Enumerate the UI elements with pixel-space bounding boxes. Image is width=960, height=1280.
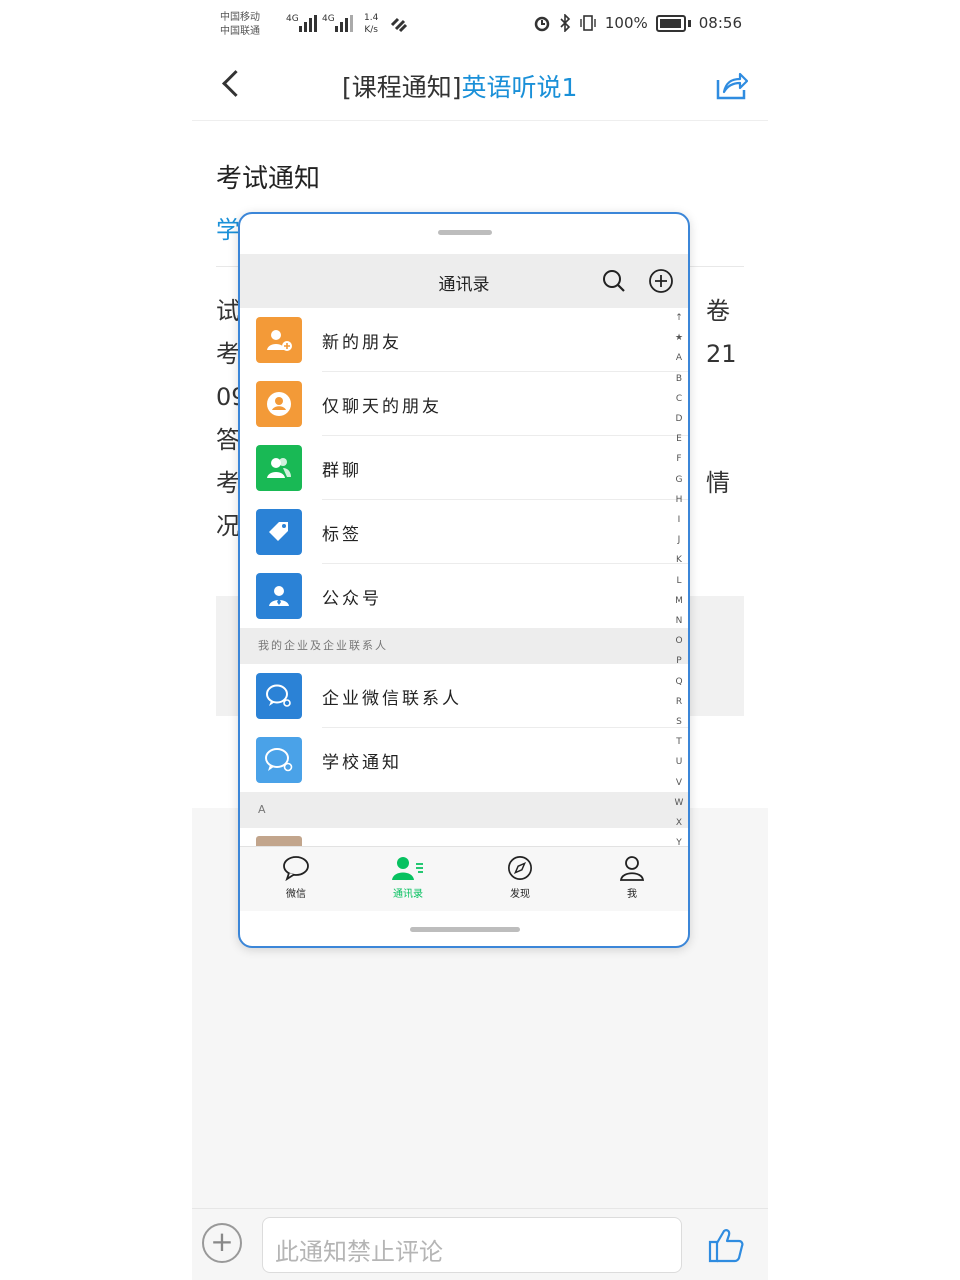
new-friend-icon [256, 317, 302, 363]
carrier-1: 中国移动 [220, 12, 260, 23]
index-letter[interactable]: X [672, 813, 686, 833]
bluetooth-icon [560, 14, 571, 32]
home-indicator[interactable] [410, 927, 520, 932]
index-letter[interactable]: A [672, 348, 686, 368]
battery-percent: 100% [604, 14, 648, 32]
tag-icon [256, 509, 302, 555]
search-icon[interactable] [602, 269, 626, 293]
list-item-chat-only-friends[interactable]: 仅聊天的朋友 [240, 372, 688, 436]
wecom-icon [256, 673, 302, 719]
index-letter[interactable]: P [672, 651, 686, 671]
thumbs-up-icon[interactable] [706, 1225, 746, 1265]
index-letter[interactable]: W [672, 793, 686, 813]
tab-label: 我 [627, 889, 637, 900]
contacts-header: 通讯录 [240, 254, 688, 308]
carrier-info: 中国移动 中国联通 [220, 11, 260, 39]
list-item-label: 企业微信联系人 [322, 689, 462, 709]
index-letter[interactable]: Q [672, 672, 686, 692]
tab-discover[interactable]: 发现 [464, 847, 576, 911]
bottom-tab-bar: 微信 通讯录 发现 我 [240, 846, 688, 911]
network-type-1: 4G [286, 14, 299, 24]
comment-bar: + 此通知禁止评论 [192, 1208, 768, 1280]
index-letter[interactable]: K [672, 550, 686, 570]
signal-icon [299, 15, 317, 32]
comment-input[interactable]: 此通知禁止评论 [262, 1217, 682, 1273]
list-item-official-accounts[interactable]: 公众号 [240, 564, 688, 628]
tab-contacts[interactable]: 通讯录 [352, 847, 464, 911]
alphabet-index[interactable]: ↑ ★ A B C D E F G H I J K L M N O P Q R S T U V W X Y [672, 308, 686, 853]
person-icon [619, 856, 645, 881]
index-letter[interactable]: ★ [672, 328, 686, 348]
index-letter[interactable]: J [672, 530, 686, 550]
list-item-tags[interactable]: 标签 [240, 500, 688, 564]
section-header-a: A [240, 792, 688, 828]
list-item-label: 标签 [322, 525, 362, 545]
index-letter[interactable]: I [672, 510, 686, 530]
list-item-label: 群聊 [322, 461, 362, 481]
list-item-wecom-contacts[interactable]: 企业微信联系人 [240, 664, 688, 728]
status-bar: 中国移动 中国联通 4G 4G 1.4 K/s 100% 08:56 [192, 0, 768, 52]
group-chat-icon [256, 445, 302, 491]
index-letter[interactable]: L [672, 571, 686, 591]
list-item-label: 公众号 [322, 589, 382, 609]
vibrate-icon [580, 15, 596, 31]
index-letter[interactable]: S [672, 712, 686, 732]
add-circle-icon[interactable] [648, 268, 674, 294]
list-item-group-chats[interactable]: 群聊 [240, 436, 688, 500]
section-header-enterprise: 我的企业及企业联系人 [240, 628, 688, 664]
index-letter[interactable]: M [672, 591, 686, 611]
index-letter[interactable]: N [672, 611, 686, 631]
tab-label: 微信 [286, 889, 306, 900]
list-item-new-friends[interactable]: 新的朋友 [240, 308, 688, 372]
network-type-2: 4G [322, 14, 335, 24]
carrier-2: 中国联通 [220, 26, 260, 37]
contacts-list: 新的朋友 仅聊天的朋友 群聊 标签 公众号 我的企业及企业联系人 企业微信联系人… [240, 308, 688, 828]
tab-me[interactable]: 我 [576, 847, 688, 911]
back-arrow-icon[interactable] [222, 70, 249, 97]
signal-icon-2 [335, 15, 353, 32]
notice-title: 考试通知 [216, 164, 321, 194]
list-item-label: 新的朋友 [322, 333, 402, 353]
tab-label: 通讯录 [393, 889, 423, 900]
notice-meta[interactable]: 学 [216, 210, 240, 245]
list-item-label: 学校通知 [322, 753, 402, 773]
index-letter[interactable]: T [672, 732, 686, 752]
title-tag: [课程通知] [342, 73, 462, 102]
app-switcher-card[interactable]: 通讯录 新的朋友 仅聊天的朋友 群聊 标签 公众号 我的企业及企业联系人 企业微… [238, 212, 690, 948]
compass-icon [508, 856, 532, 880]
battery-icon [655, 14, 686, 32]
tab-label: 发现 [510, 889, 530, 900]
index-letter[interactable]: C [672, 389, 686, 409]
index-letter[interactable]: H [672, 490, 686, 510]
index-letter[interactable]: F [672, 449, 686, 469]
index-letter[interactable]: R [672, 692, 686, 712]
index-letter[interactable]: E [672, 429, 686, 449]
list-item-label: 仅聊天的朋友 [322, 397, 442, 417]
tab-chats[interactable]: 微信 [240, 847, 352, 911]
status-right: 100% 08:56 [533, 14, 742, 32]
vowifi-icon [390, 17, 408, 33]
index-letter[interactable]: U [672, 752, 686, 772]
add-button[interactable]: + [202, 1223, 242, 1263]
title-course: 英语听说1 [461, 73, 578, 102]
chat-bubble-icon [283, 856, 309, 882]
nav-header: [课程通知]英语听说1 [192, 52, 768, 121]
net-speed: 1.4 K/s [364, 13, 379, 35]
clock: 08:56 [698, 14, 742, 32]
index-letter[interactable]: O [672, 631, 686, 651]
contacts-icon [392, 857, 423, 880]
school-notice-icon [256, 737, 302, 783]
card-handle[interactable] [438, 230, 492, 235]
chat-only-friend-icon [256, 381, 302, 427]
share-icon[interactable] [714, 68, 748, 102]
index-letter[interactable]: V [672, 773, 686, 793]
index-letter[interactable]: D [672, 409, 686, 429]
index-letter[interactable]: G [672, 470, 686, 490]
page-title: [课程通知]英语听说1 [342, 68, 577, 104]
index-letter[interactable]: ↑ [672, 308, 686, 328]
official-account-icon [256, 573, 302, 619]
alarm-icon [534, 16, 550, 32]
index-letter[interactable]: B [672, 369, 686, 389]
list-item-school-notice[interactable]: 学校通知 [240, 728, 688, 792]
